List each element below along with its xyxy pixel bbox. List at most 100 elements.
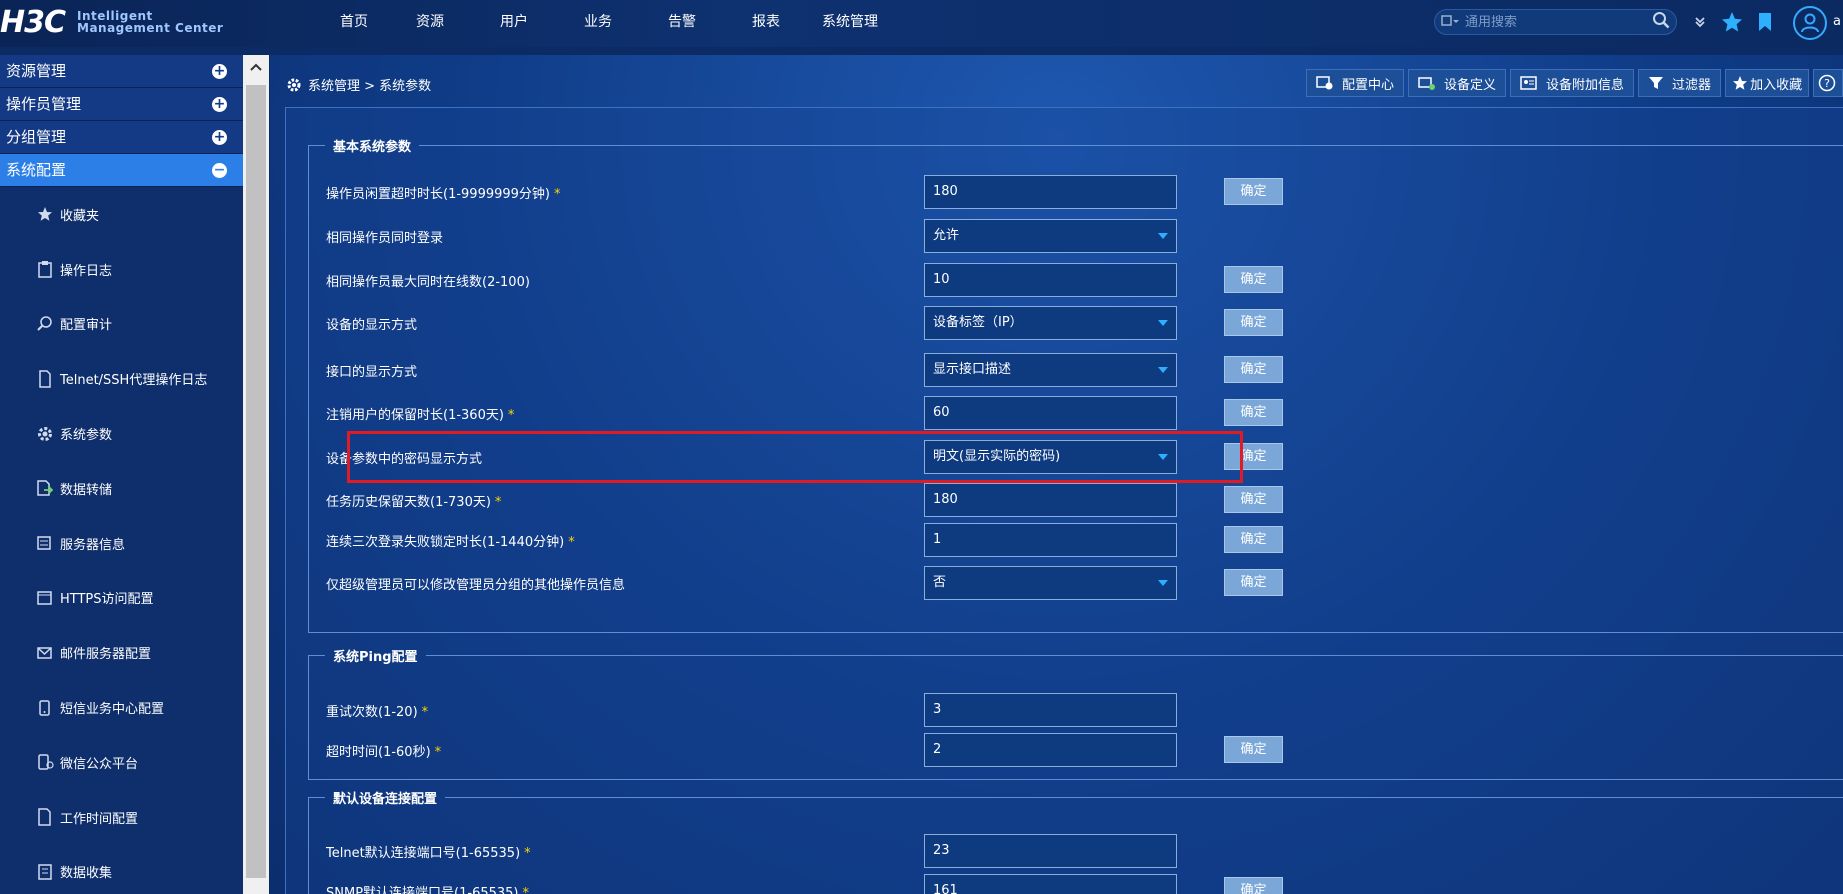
sidebar-item-sms-center[interactable]: 短信业务中心配置 <box>0 680 243 735</box>
nav-services[interactable]: 业务 <box>584 0 612 44</box>
expand-plus-icon[interactable]: + <box>212 97 227 112</box>
sidebar-item-label: 短信业务中心配置 <box>60 702 165 718</box>
avatar[interactable] <box>1793 6 1827 40</box>
sidebar-item-label: 工作时间配置 <box>60 811 139 827</box>
data-collect-icon <box>34 863 56 881</box>
param-row-snmp-port: SNMP默认连接端口号(1-65535) * 161 确定 <box>326 874 1526 894</box>
confirm-button[interactable]: 确定 <box>1224 736 1283 763</box>
required-mark: * <box>568 535 575 550</box>
search-icon[interactable] <box>1646 11 1676 33</box>
nav-users[interactable]: 用户 <box>500 0 528 44</box>
param-input[interactable]: 2 <box>924 733 1177 767</box>
double-chevron-down-icon[interactable] <box>1688 10 1712 34</box>
add-to-favorites-button[interactable]: 加入收藏 <box>1725 69 1810 97</box>
toolbar-label: 设备附加信息 <box>1546 77 1625 93</box>
confirm-button[interactable]: 确定 <box>1224 356 1283 383</box>
param-row-ping-retries: 重试次数(1-20) * 3 <box>326 693 1526 727</box>
param-select[interactable]: 明文(显示实际的密码) <box>924 440 1177 474</box>
param-label-text: Telnet默认连接端口号(1-65535) <box>326 846 521 861</box>
sidebar-item-config-audit[interactable]: 配置审计 <box>0 297 243 352</box>
logo[interactable]: H3C Intelligent Management Center <box>0 4 223 40</box>
user-name[interactable]: a <box>1833 14 1841 29</box>
sidebar-scrollbar[interactable] <box>243 55 269 894</box>
sidebar-group-resource-management[interactable]: 资源管理 + <box>0 55 243 88</box>
https-config-icon <box>34 589 56 607</box>
param-input[interactable]: 161 <box>924 874 1177 894</box>
sidebar-item-label: 配置审计 <box>60 318 113 334</box>
param-select[interactable]: 允许 <box>924 219 1177 253</box>
param-label: 操作员闲置超时时长(1-9999999分钟) * <box>326 183 561 202</box>
param-input[interactable]: 60 <box>924 396 1177 430</box>
collapse-minus-icon[interactable]: − <box>212 163 227 178</box>
param-label-text: 操作员闲置超时时长(1-9999999分钟) <box>326 187 551 202</box>
confirm-button[interactable]: 确定 <box>1224 178 1283 205</box>
sidebar-item-operation-log[interactable]: 操作日志 <box>0 242 243 297</box>
filter-button[interactable]: 过滤器 <box>1638 69 1722 97</box>
sidebar-group-label: 资源管理 <box>6 62 67 80</box>
nav-system-management[interactable]: 系统管理 <box>822 0 878 44</box>
param-select[interactable]: 设备标签（IP） <box>924 306 1177 340</box>
param-select[interactable]: 否 <box>924 566 1177 600</box>
sidebar-item-wechat-platform[interactable]: 微信公众平台 <box>0 735 243 790</box>
confirm-button[interactable]: 确定 <box>1224 309 1283 336</box>
sidebar-group-group-management[interactable]: 分组管理 + <box>0 121 243 154</box>
required-mark: * <box>522 886 530 894</box>
param-row-super-admin-only: 仅超级管理员可以修改管理员分组的其他操作员信息 否 确定 <box>326 566 1526 600</box>
nav-home[interactable]: 首页 <box>340 0 368 44</box>
confirm-button[interactable]: 确定 <box>1224 399 1283 426</box>
param-select[interactable]: 显示接口描述 <box>924 353 1177 387</box>
help-button[interactable]: ? <box>1813 69 1843 97</box>
param-input[interactable]: 3 <box>924 693 1177 727</box>
nav-resources[interactable]: 资源 <box>416 0 444 44</box>
param-input[interactable]: 180 <box>924 175 1177 209</box>
sidebar-item-work-time[interactable]: 工作时间配置 <box>0 790 243 845</box>
scroll-up-icon[interactable] <box>243 55 269 79</box>
confirm-button[interactable]: 确定 <box>1224 569 1283 596</box>
param-row-device-display: 设备的显示方式 设备标签（IP） 确定 <box>326 306 1526 340</box>
nav-alarms[interactable]: 告警 <box>668 0 696 44</box>
param-input[interactable]: 180 <box>924 483 1177 517</box>
confirm-button[interactable]: 确定 <box>1224 526 1283 553</box>
sidebar-item-data-dump[interactable]: 数据转储 <box>0 461 243 516</box>
sidebar-item-favorites[interactable]: 收藏夹 <box>0 187 243 242</box>
sidebar-item-data-collect[interactable]: 数据收集 <box>0 845 243 894</box>
confirm-button[interactable]: 确定 <box>1224 266 1283 293</box>
param-label-text: 任务历史保留天数(1-730天) <box>326 495 491 510</box>
expand-plus-icon[interactable]: + <box>212 64 227 79</box>
device-define-button[interactable]: 设备定义 <box>1408 69 1507 97</box>
sidebar-item-mail-server[interactable]: 邮件服务器配置 <box>0 625 243 680</box>
star-icon[interactable] <box>1720 10 1744 34</box>
nav-reports[interactable]: 报表 <box>752 0 780 44</box>
scrollbar-thumb[interactable] <box>246 85 266 878</box>
sidebar: 资源管理 + 操作员管理 + 分组管理 + 系统配置 − 收藏夹 操作日志 配置… <box>0 55 243 894</box>
section-title: 基本系统参数 <box>333 140 412 155</box>
confirm-button[interactable]: 确定 <box>1224 443 1283 470</box>
param-input[interactable]: 10 <box>924 263 1177 297</box>
sidebar-item-label: HTTPS访问配置 <box>60 592 154 608</box>
work-time-icon <box>34 808 56 826</box>
sidebar-group-label: 操作员管理 <box>6 95 82 113</box>
bookmark-icon[interactable] <box>1753 10 1777 34</box>
search-scope-icon[interactable] <box>1435 14 1465 31</box>
sidebar-group-operator-management[interactable]: 操作员管理 + <box>0 88 243 121</box>
audit-search-icon <box>34 315 56 333</box>
param-input[interactable]: 1 <box>924 523 1177 557</box>
param-label: Telnet默认连接端口号(1-65535) * <box>326 842 531 861</box>
device-extra-info-button[interactable]: 设备附加信息 <box>1510 69 1635 97</box>
param-label: 任务历史保留天数(1-730天) * <box>326 491 501 510</box>
logo-line-2: Management Center <box>77 21 224 35</box>
sidebar-item-system-params[interactable]: 系统参数 <box>0 406 243 461</box>
sidebar-group-system-config[interactable]: 系统配置 − <box>0 154 243 187</box>
sidebar-item-telnet-ssh-log[interactable]: Telnet/SSH代理操作日志 <box>0 351 243 406</box>
search-input[interactable] <box>1465 14 1646 30</box>
sidebar-item-server-info[interactable]: 服务器信息 <box>0 516 243 571</box>
param-label: 相同操作员同时登录 <box>326 231 444 246</box>
config-center-button[interactable]: 配置中心 <box>1306 69 1405 97</box>
param-input[interactable]: 23 <box>924 834 1177 868</box>
expand-plus-icon[interactable]: + <box>212 130 227 145</box>
sidebar-item-https-config[interactable]: HTTPS访问配置 <box>0 571 243 626</box>
sidebar-item-label: 数据转储 <box>60 482 113 498</box>
confirm-button[interactable]: 确定 <box>1224 877 1283 894</box>
sidebar-items: 收藏夹 操作日志 配置审计 Telnet/SSH代理操作日志 系统参数 数据转储… <box>0 187 243 894</box>
confirm-button[interactable]: 确定 <box>1224 486 1283 513</box>
